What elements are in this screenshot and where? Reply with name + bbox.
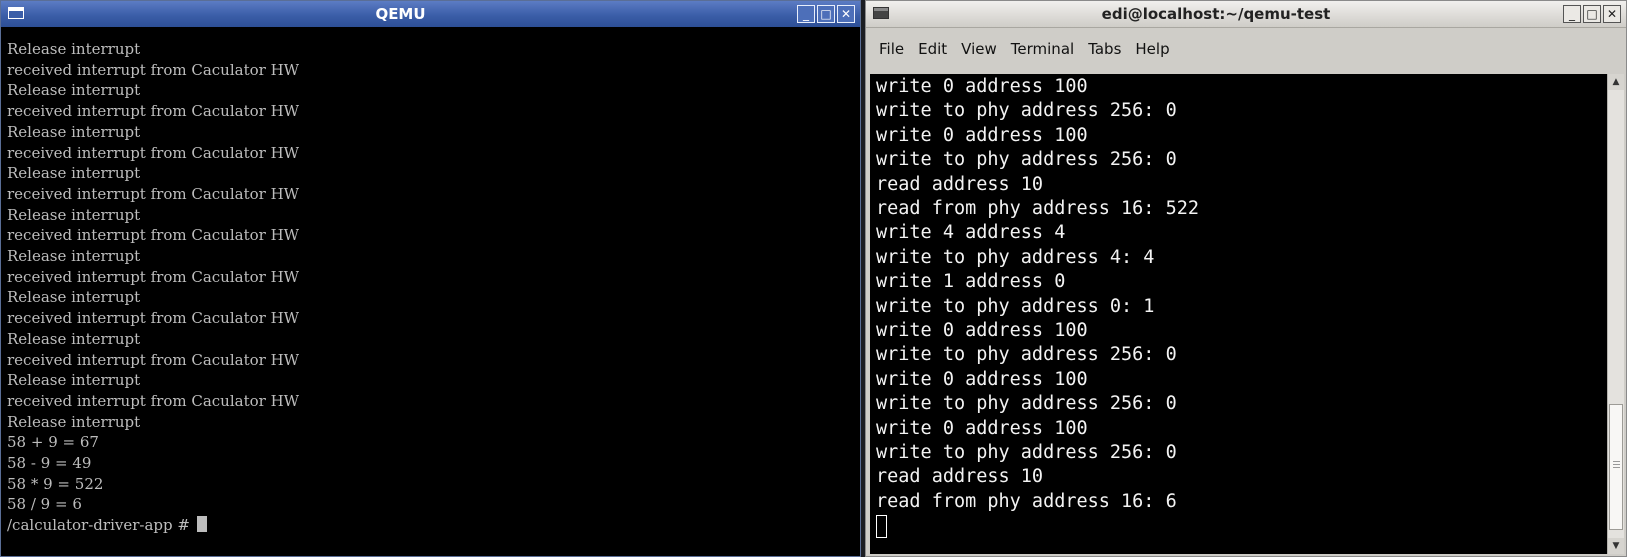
console-line: received interrupt from Caculator HW [7,184,300,203]
terminal-window-title: edi@localhost:~/qemu-test [1101,5,1331,23]
minimize-button[interactable]: _ [1563,5,1581,23]
terminal-line: write to phy address 0: 1 [876,295,1155,317]
console-line: Release interrupt [7,329,141,348]
console-line: Release interrupt [7,205,141,224]
console-prompt: /calculator-driver-app # [7,516,195,535]
terminal-line: read from phy address 16: 522 [876,198,1200,219]
terminal-window: edi@localhost:~/qemu-test _ □ ✕ File Edi… [865,0,1627,557]
console-line: 58 + 9 = 67 [7,433,99,452]
qemu-titlebar[interactable]: QEMU _ □ ✕ [1,1,860,27]
console-line: received interrupt from Caculator HW [7,60,300,79]
menu-view[interactable]: View [954,40,1004,58]
terminal-line: write 0 address 100 [876,368,1088,390]
terminal-scrollbar[interactable]: ▲ ▼ [1607,74,1624,554]
terminal-line: write to phy address 256: 0 [876,393,1177,415]
menu-help[interactable]: Help [1128,40,1176,58]
console-line: received interrupt from Caculator HW [7,309,300,328]
menu-terminal[interactable]: Terminal [1004,40,1081,58]
console-line: Release interrupt [7,247,141,265]
terminal-line: write 1 address 0 [876,271,1066,293]
terminal-line: read address 10 [876,466,1044,488]
terminal-menubar: File Edit View Terminal Tabs Help [866,28,1626,70]
scroll-down-icon[interactable]: ▼ [1608,538,1624,554]
console-line: received interrupt from Caculator HW [7,267,300,286]
qemu-window-title: QEMU [375,5,426,23]
menu-file[interactable]: File [872,40,911,58]
terminal-line: write 0 address 100 [876,76,1088,97]
scroll-up-icon[interactable]: ▲ [1608,74,1624,90]
console-line: 58 - 9 = 49 [7,454,92,472]
console-line: Release interrupt [7,371,141,390]
console-line: Release interrupt [7,412,141,431]
console-line: received interrupt from Caculator HW [7,226,300,245]
scrollbar-thumb[interactable] [1609,404,1623,530]
terminal-line: write 0 address 100 [876,417,1088,439]
console-line: received interrupt from Caculator HW [7,143,300,162]
console-line: received interrupt from Caculator HW [7,391,300,410]
terminal-line: write to phy address 256: 0 [876,149,1177,171]
menu-tabs[interactable]: Tabs [1081,40,1128,58]
console-line: 58 / 9 = 6 [7,495,82,514]
terminal-line: write 4 address 4 [876,222,1066,244]
close-button[interactable]: ✕ [837,5,855,23]
terminal-line: write 0 address 100 [876,320,1088,341]
maximize-button[interactable]: □ [1583,5,1601,23]
maximize-button[interactable]: □ [817,5,835,23]
console-line: Release interrupt [7,288,141,307]
console-line: received interrupt from Caculator HW [7,350,300,369]
menu-edit[interactable]: Edit [911,40,954,58]
terminal-line: read from phy address 16: 6 [876,490,1177,512]
terminal-line: write 0 address 100 [876,124,1088,146]
console-prompt-line: /calculator-driver-app # [7,515,207,536]
console-line: received interrupt from Caculator HW [7,102,300,121]
console-line: Release interrupt [7,40,141,58]
window-menu-icon[interactable] [8,7,24,19]
terminal-line: read address 10 [876,173,1044,195]
minimize-button[interactable]: _ [797,5,815,23]
console-line: Release interrupt [7,122,141,141]
terminal-icon[interactable] [873,7,889,19]
terminal-line: write to phy address 256: 0 [876,100,1177,122]
qemu-console[interactable]: Release interrupt received interrupt from… [1,39,860,556]
console-line: Release interrupt [7,164,141,183]
qemu-window: QEMU _ □ ✕ Release interrupt received int… [0,0,861,557]
terminal-line: write to phy address 256: 0 [876,442,1177,463]
terminal-titlebar[interactable]: edi@localhost:~/qemu-test _ □ ✕ [866,1,1626,28]
close-button[interactable]: ✕ [1603,5,1621,23]
terminal-output[interactable]: write 0 address 100 write to phy address … [870,74,1607,554]
terminal-cursor [876,515,887,539]
terminal-line: write to phy address 256: 0 [876,344,1177,366]
console-cursor [196,516,207,533]
console-line: Release interrupt [7,81,141,100]
terminal-line: write to phy address 4: 4 [876,246,1155,268]
console-line: 58 * 9 = 522 [7,474,104,493]
